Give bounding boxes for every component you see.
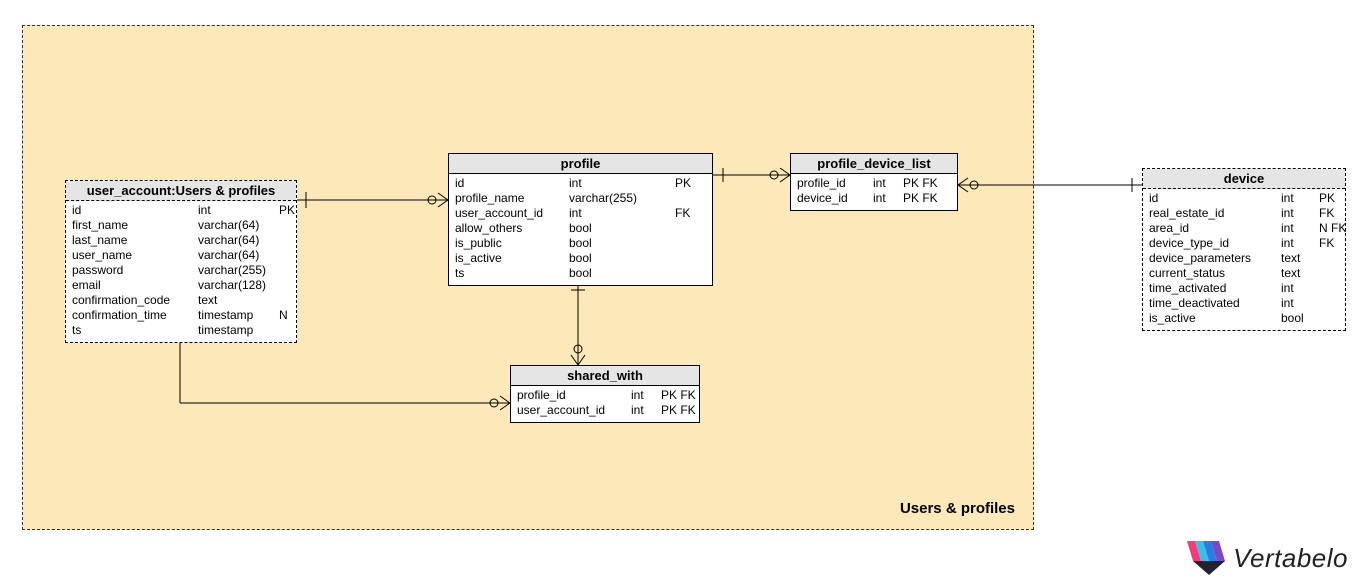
table-row: current_statustext [1149,266,1339,281]
table-row: device_idintPK FK [797,191,951,206]
vertabelo-logo-icon [1187,541,1225,575]
vertabelo-logo: Vertabelo [1187,541,1348,575]
table-row: emailvarchar(128) [72,278,290,293]
table-row: is_activebool [1149,311,1339,326]
table-row: user_account_idintPK FK [517,403,693,418]
entity-body: profile_idintPK FK device_idintPK FK [791,174,957,210]
table-row: is_publicbool [455,236,706,251]
entity-body: idintPK profile_namevarchar(255) user_ac… [449,174,712,285]
entity-body: idintPK first_namevarchar(64) last_namev… [66,201,296,342]
entity-shared-with[interactable]: shared_with profile_idintPK FK user_acco… [510,365,700,423]
table-row: tsbool [455,266,706,281]
entity-user-account[interactable]: user_account:Users & profiles idintPK fi… [65,180,297,343]
table-row: is_activebool [455,251,706,266]
entity-profile[interactable]: profile idintPK profile_namevarchar(255)… [448,153,713,286]
table-row: profile_namevarchar(255) [455,191,706,206]
entity-profile-device-list[interactable]: profile_device_list profile_idintPK FK d… [790,153,958,211]
entity-title: profile [449,154,712,174]
entity-title: shared_with [511,366,699,386]
table-row: first_namevarchar(64) [72,218,290,233]
table-row: profile_idintPK FK [797,176,951,191]
table-row: user_account_idintFK [455,206,706,221]
entity-body: idintPK real_estate_idintFK area_idintN … [1143,189,1345,330]
table-row: passwordvarchar(255) [72,263,290,278]
table-row: profile_idintPK FK [517,388,693,403]
vertabelo-logo-text: Vertabelo [1233,543,1348,574]
entity-title: device [1143,169,1345,189]
table-row: device_parameterstext [1149,251,1339,266]
table-row: time_deactivatedint [1149,296,1339,311]
table-row: tstimestamp [72,323,290,338]
table-row: confirmation_timetimestampN [72,308,290,323]
table-row: idintPK [72,203,290,218]
table-row: allow_othersbool [455,221,706,236]
entity-body: profile_idintPK FK user_account_idintPK … [511,386,699,422]
table-row: area_idintN FK [1149,221,1339,236]
region-label: Users & profiles [900,500,1015,517]
table-row: time_activatedint [1149,281,1339,296]
entity-title: profile_device_list [791,154,957,174]
table-row: idintPK [1149,191,1339,206]
entity-device[interactable]: device idintPK real_estate_idintFK area_… [1142,168,1346,331]
table-row: idintPK [455,176,706,191]
table-row: device_type_idintFK [1149,236,1339,251]
table-row: real_estate_idintFK [1149,206,1339,221]
table-row: last_namevarchar(64) [72,233,290,248]
entity-title: user_account:Users & profiles [66,181,296,201]
table-row: confirmation_codetext [72,293,290,308]
table-row: user_namevarchar(64) [72,248,290,263]
